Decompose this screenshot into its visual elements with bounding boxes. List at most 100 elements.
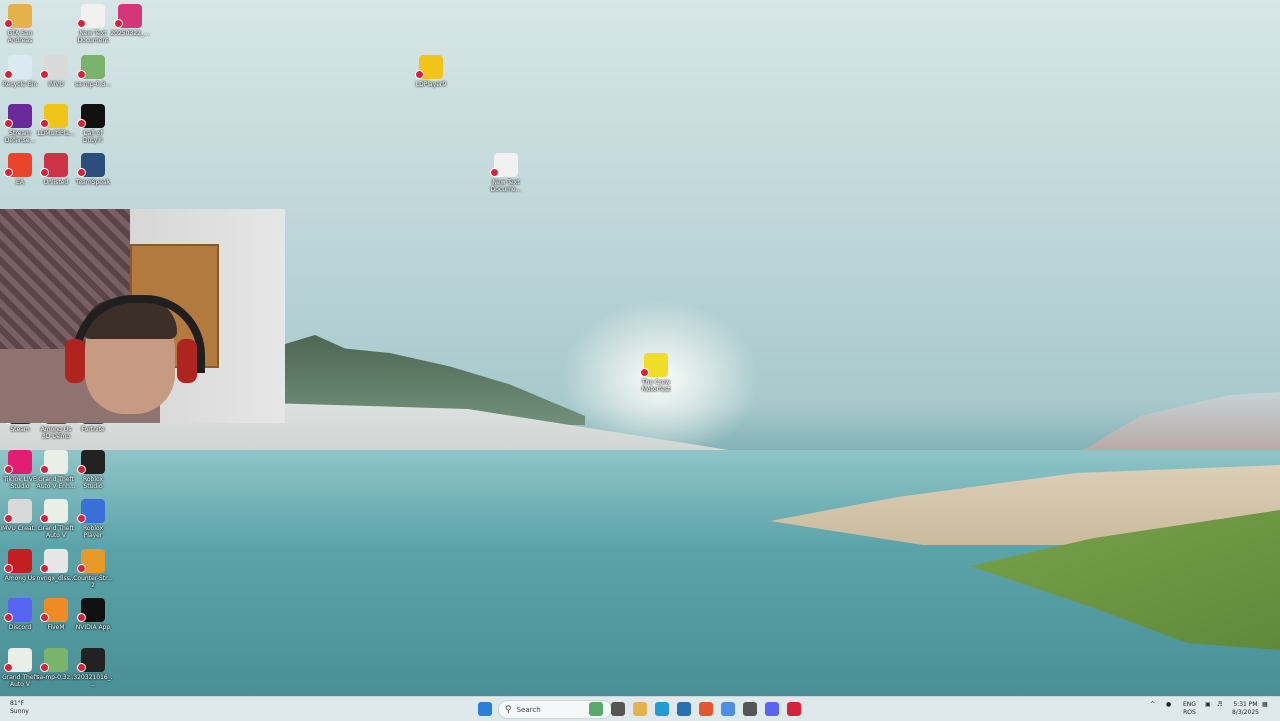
weather-temp: 81°F (10, 700, 25, 707)
desktop-icon-label: Stream Defense... (4, 130, 36, 144)
taskbar-app[interactable] (721, 701, 735, 717)
desktop-icon-label: LDPlayer9 (415, 81, 447, 88)
language-indicator[interactable]: ENG ROS (1183, 701, 1196, 717)
app-icon (743, 702, 757, 716)
sync-error-badge-icon (77, 119, 86, 128)
desktop-icon-label: Recycle Bin (2, 81, 38, 88)
sync-error-badge-icon (77, 19, 86, 28)
chrome-icon (721, 702, 735, 716)
desktop-icon[interactable]: Call of Duty® (73, 104, 113, 144)
desktop-icon-label: nvngx_dlss... (36, 575, 76, 582)
sync-error-badge-icon (77, 564, 86, 573)
desktop-icon[interactable]: Unlisted (36, 153, 76, 186)
desktop-icon-label: Grand Theft Auto V (38, 525, 74, 539)
widgets-icon (589, 702, 603, 716)
desktop-icon[interactable]: New Text Document (73, 4, 113, 44)
sync-error-badge-icon (40, 613, 49, 622)
streamer (65, 295, 205, 423)
sync-error-badge-icon (415, 70, 424, 79)
sync-error-badge-icon (4, 19, 13, 28)
desktop-icon-label: Discord (8, 624, 32, 631)
clock[interactable]: 5:31 PM 8/3/2025 (1232, 701, 1259, 717)
desktop-icon[interactable]: 20250322_... (110, 4, 150, 37)
taskbar-app[interactable] (655, 701, 669, 717)
chevron-up-icon[interactable]: ^ (1150, 701, 1155, 709)
desktop-icon[interactable]: LDMultiPla... (36, 104, 76, 137)
microphone-icon[interactable]: ● (1166, 701, 1171, 709)
sync-error-badge-icon (490, 168, 499, 177)
network-icon[interactable]: ▣ (1205, 701, 1211, 709)
sync-error-badge-icon (4, 613, 13, 622)
desktop-icon[interactable]: IMVU (36, 55, 76, 88)
notification-icon[interactable]: ▦ (1262, 701, 1268, 709)
desktop-icon[interactable]: NVIDIA App (73, 598, 113, 631)
desktop-icon-label: Roblox Player (82, 525, 104, 539)
taskbar-app[interactable] (765, 701, 779, 717)
desktop-icon[interactable]: Roblox Studio (73, 450, 113, 490)
sync-error-badge-icon (4, 465, 13, 474)
taskbar-app[interactable] (787, 701, 801, 717)
sync-error-badge-icon (4, 119, 13, 128)
desktop-icon-label: LDMultiPla... (37, 130, 75, 137)
edge-icon (655, 702, 669, 716)
weather-widget[interactable]: 81°F Sunny (10, 700, 29, 716)
desktop-icon[interactable]: Roblox Player (73, 499, 113, 539)
desktop-icon[interactable]: IMVU Creat... (0, 499, 40, 532)
desktop-icon-label: GTA San Andreas (7, 30, 33, 44)
desktop-icon-label: FiveM (47, 624, 65, 631)
sync-error-badge-icon (77, 613, 86, 622)
desktop-icon[interactable]: nvngx_dlss... (36, 549, 76, 582)
sync-error-badge-icon (77, 465, 86, 474)
taskbar-app[interactable] (611, 701, 625, 717)
taskbar-app[interactable] (589, 701, 603, 717)
desktop-icon-label: sa-mp-0.3z... (36, 674, 76, 681)
desktop-icon[interactable]: TeamSpeak (73, 153, 113, 186)
desktop-icon[interactable]: GTA San Andreas (0, 4, 40, 44)
taskbar: 81°F Sunny ⚲ Search ^ ● ENG ROS ▣ ♬ 5:31… (0, 696, 1280, 721)
desktop-icon[interactable]: EA (0, 153, 40, 186)
search-icon: ⚲ (505, 704, 512, 715)
sync-error-badge-icon (40, 119, 49, 128)
desktop-icon[interactable]: Recycle Bin (0, 55, 40, 88)
desktop-icon[interactable]: LDPlayer9 (411, 55, 451, 88)
desktop-icon[interactable]: 320321016_... (73, 648, 113, 688)
sync-error-badge-icon (4, 70, 13, 79)
sync-error-badge-icon (640, 368, 649, 377)
volume-icon[interactable]: ♬ (1217, 701, 1222, 709)
desktop-icon-label: 320321016_... (73, 674, 113, 688)
sync-error-badge-icon (4, 514, 13, 523)
taskbar-app[interactable] (677, 701, 691, 717)
desktop-icon[interactable]: Grand Theft Auto V Enh... (36, 450, 76, 490)
desktop-icon[interactable]: New Text Docume... (486, 153, 526, 193)
desktop-icon[interactable]: sa-mp-0.3... (73, 55, 113, 88)
desktop-icon[interactable]: Stream Defense... (0, 104, 40, 144)
task-view-icon (611, 702, 625, 716)
desktop-icon[interactable]: The Crew Motorfest (636, 353, 676, 393)
taskbar-app[interactable] (743, 701, 757, 717)
desktop-icon-label: Among Us 3D Demo (40, 426, 72, 440)
desktop-icon[interactable]: sa-mp-0.3z... (36, 648, 76, 681)
desktop-icon[interactable]: Among Us (0, 549, 40, 582)
desktop-icon[interactable]: Discord (0, 598, 40, 631)
desktop-icon-label: Fortnite (81, 426, 105, 433)
taskbar-app[interactable] (633, 701, 647, 717)
desktop-icon[interactable]: Counter-Str... 2 (73, 549, 113, 589)
record-icon (787, 702, 801, 716)
sync-error-badge-icon (40, 168, 49, 177)
desktop-icon[interactable]: Grand Theft Auto V (0, 648, 40, 688)
desktop-icon[interactable]: TikTok LIVE Studio (0, 450, 40, 490)
desktop-icon[interactable]: FiveM (36, 598, 76, 631)
start-button[interactable] (478, 701, 492, 717)
sync-error-badge-icon (40, 465, 49, 474)
desktop-icon-label: New Text Document (77, 30, 109, 44)
desktop-icon-label: NVIDIA App (75, 624, 111, 631)
taskbar-app[interactable] (699, 701, 713, 717)
desktop-icon[interactable]: Grand Theft Auto V (36, 499, 76, 539)
desktop-icon-label: Grand Theft Auto V Enh... (36, 476, 76, 490)
sync-error-badge-icon (40, 564, 49, 573)
desktop-icon-label: EA (16, 179, 24, 186)
desktop-icon-label: TeamSpeak (75, 179, 111, 186)
sync-error-badge-icon (77, 70, 86, 79)
desktop-icon-label: New Text Docume... (490, 179, 522, 193)
desktop-icon-label: The Crew Motorfest (641, 379, 671, 393)
